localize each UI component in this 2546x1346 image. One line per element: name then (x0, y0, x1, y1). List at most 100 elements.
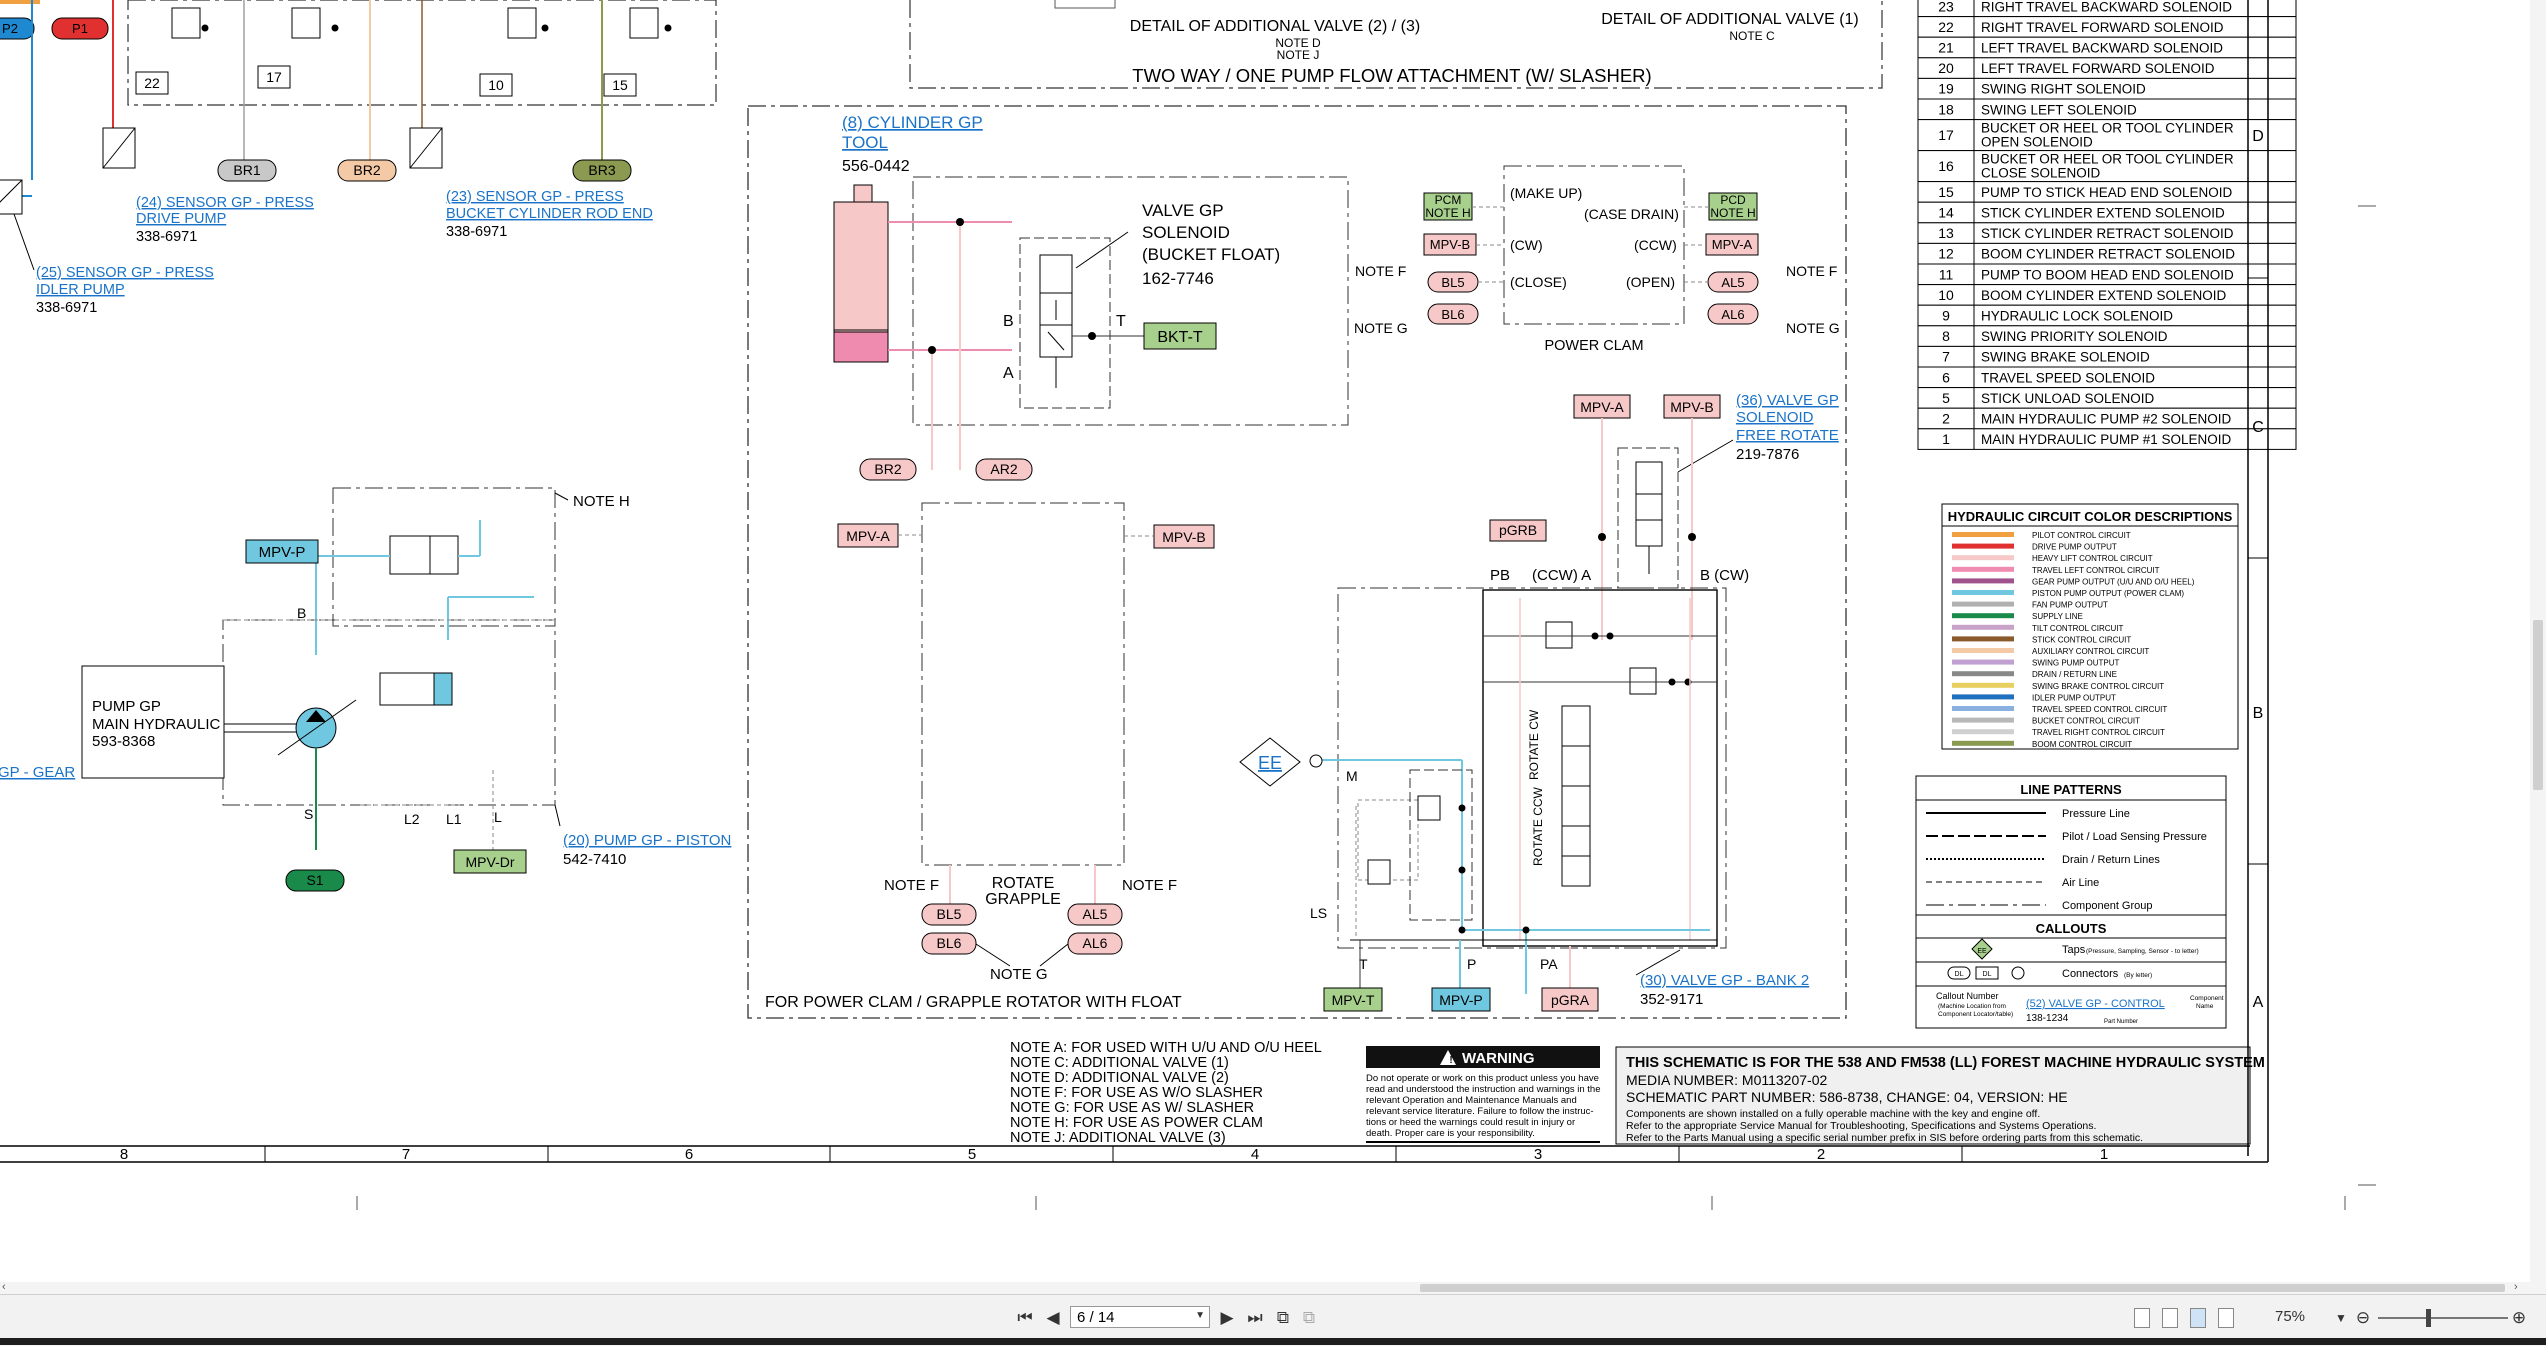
copy-page-icon[interactable]: ⧉ (1272, 1307, 1294, 1329)
zone-number: 6 (685, 1146, 693, 1163)
zoom-slider-thumb[interactable] (2426, 1309, 2431, 1327)
zoom-level[interactable]: 75% (2275, 1308, 2305, 1325)
svg-text:(OPEN): (OPEN) (1626, 274, 1675, 290)
svg-text:DETAIL OF ADDITIONAL VALVE (1): DETAIL OF ADDITIONAL VALVE (1) (1601, 11, 1859, 28)
solenoid-row: 21 LEFT TRAVEL BACKWARD SOLENOID (1917, 36, 2297, 59)
solenoid-row: 18 SWING LEFT SOLENOID (1917, 98, 2297, 121)
svg-text:Refer to the Parts Manual usin: Refer to the Parts Manual using a specif… (1626, 1132, 2143, 1144)
solenoid-description: TRAVEL SPEED SOLENOID (1981, 370, 2155, 385)
svg-text:22: 22 (144, 75, 160, 91)
tag-bkt-t: BKT-T (1143, 322, 1217, 350)
tag-bl5-attach: BL5 (921, 903, 977, 926)
taskbar-strip (0, 1338, 2546, 1345)
legend-label: TRAVEL LEFT CONTROL CIRCUIT (2032, 566, 2160, 575)
tag-br2: BR2 (337, 159, 397, 182)
legend-swatch (1952, 729, 2014, 735)
horizontal-scroll-thumb[interactable] (1420, 1284, 2505, 1292)
single-page-view-icon[interactable] (2134, 1308, 2150, 1328)
solenoid-number: 17 (1938, 127, 1954, 143)
svg-text:ROTATE CCW: ROTATE CCW (1531, 786, 1545, 866)
facing-continuous-view-icon[interactable] (2218, 1308, 2234, 1328)
next-page-icon[interactable]: ▶ (1216, 1307, 1238, 1329)
tag-mpv-dr: MPV-Dr (453, 849, 527, 874)
previous-page-icon[interactable]: ◀ (1042, 1307, 1064, 1329)
tag-mpv-b-clam: MPV-B (1423, 233, 1477, 256)
svg-text:P2: P2 (2, 21, 18, 36)
horizontal-scrollbar[interactable]: ‹ › (0, 1281, 2546, 1294)
svg-text:NOTE F: NOTE F (884, 877, 939, 894)
power-clam-title: POWER CLAM (1544, 338, 1643, 354)
svg-text:FREE ROTATE: FREE ROTATE (1736, 427, 1839, 444)
zoom-slider-track[interactable] (2378, 1317, 2508, 1319)
solenoid-row: 15 PUMP TO STICK HEAD END SOLENOID (1917, 181, 2297, 203)
continuous-view-icon[interactable] (2162, 1308, 2178, 1328)
zoom-dropdown-icon[interactable]: ▼ (2330, 1307, 2352, 1329)
tag-al6-attach: AL6 (1067, 932, 1123, 955)
svg-text:Component Group: Component Group (2062, 900, 2153, 912)
svg-text:MAIN HYDRAULIC: MAIN HYDRAULIC (92, 716, 221, 733)
scroll-left-arrow-icon[interactable]: ‹ (2, 1281, 6, 1293)
sensor-24-link[interactable]: (24) SENSOR GP - PRESS (136, 195, 314, 211)
zoom-out-icon[interactable]: ⊖ (2352, 1307, 2374, 1329)
svg-text:PCD: PCD (1720, 193, 1746, 207)
facing-view-icon[interactable] (2190, 1308, 2206, 1328)
tag-pcm: PCM NOTE H (1423, 192, 1473, 221)
svg-text:MPV-A: MPV-A (846, 528, 890, 544)
svg-text:EE: EE (1977, 948, 1987, 955)
paste-page-icon[interactable]: ⧉ (1298, 1307, 1320, 1329)
svg-text:C: C (2252, 419, 2264, 436)
svg-text:EE: EE (1258, 753, 1282, 773)
legend-swatch (1952, 648, 2014, 653)
legend-label: PILOT CONTROL CIRCUIT (2032, 531, 2131, 540)
solenoid-row: 17 BUCKET OR HEEL OR TOOL CYLINDEROPEN SO… (1917, 119, 2297, 152)
legend-swatch (1952, 555, 2014, 561)
cylinder-link[interactable]: (8) CYLINDER GP (842, 113, 983, 132)
svg-text:138-1234: 138-1234 (2026, 1013, 2069, 1024)
svg-text:PUMP GP: PUMP GP (92, 698, 161, 715)
solenoid-row: 14 STICK CYLINDER EXTEND SOLENOID (1917, 201, 2297, 224)
svg-text:PA: PA (1540, 956, 1558, 972)
scroll-right-arrow-icon[interactable]: › (2514, 1281, 2518, 1293)
svg-text:NOTE G: NOTE G (1786, 320, 1840, 336)
title-block: THIS SCHEMATIC IS FOR THE 538 AND FM538 … (1615, 1046, 2265, 1145)
svg-text:THIS SCHEMATIC IS FOR THE 538: THIS SCHEMATIC IS FOR THE 538 AND FM538 … (1626, 1055, 2265, 1071)
svg-text:(CCW): (CCW) (1634, 237, 1677, 253)
svg-text:ROTATE: ROTATE (992, 875, 1055, 892)
sensor-23-link[interactable]: (23) SENSOR GP - PRESS (446, 189, 624, 205)
free-rotate-link[interactable]: (36) VALVE GP (1736, 392, 1839, 409)
vertical-scrollbar[interactable] (2530, 0, 2546, 1282)
svg-text:L1: L1 (446, 811, 462, 827)
pump-regulator (379, 672, 453, 706)
solenoid-number: 15 (1938, 184, 1954, 200)
first-page-icon[interactable]: ⏮ (1014, 1307, 1036, 1329)
svg-text:(CW): (CW) (1510, 237, 1543, 253)
svg-text:AL6: AL6 (1721, 307, 1744, 322)
svg-text:Drain / Return Lines: Drain / Return Lines (2062, 854, 2160, 866)
legend-label: HEAVY LIFT CONTROL CIRCUIT (2032, 554, 2153, 563)
solenoid-description: BOOM CYLINDER RETRACT SOLENOID (1981, 247, 2235, 262)
page-number-field[interactable]: 6 / 14 ▼ (1070, 1306, 1210, 1328)
page-dropdown-icon[interactable]: ▼ (1195, 1310, 1205, 1321)
zone-number: 4 (1251, 1146, 1259, 1163)
piston-pump-link[interactable]: (20) PUMP GP - PISTON (563, 832, 731, 849)
sensor-25-link[interactable]: (25) SENSOR GP - PRESS (36, 265, 214, 281)
svg-text:DETAIL OF ADDITIONAL VALVE (2): DETAIL OF ADDITIONAL VALVE (2) / (3) (1130, 18, 1420, 35)
svg-text:338-6971: 338-6971 (36, 300, 97, 316)
bank2-link[interactable]: (30) VALVE GP - BANK 2 (1640, 972, 1809, 989)
gear-pump-link[interactable]: GP - GEAR (0, 764, 75, 781)
svg-text:MPV-T: MPV-T (1332, 992, 1375, 1008)
solenoid-number: 12 (1938, 246, 1954, 262)
svg-text:17: 17 (266, 69, 282, 85)
svg-text:15: 15 (612, 77, 628, 93)
svg-text:NOTE G: NOTE G (1354, 320, 1408, 336)
last-page-icon[interactable]: ⏭ (1244, 1307, 1266, 1329)
svg-text:DL: DL (1983, 971, 1992, 978)
vertical-scroll-thumb[interactable] (2533, 620, 2543, 790)
solenoid-table: 23 RIGHT TRAVEL BACKWARD SOLENOID 22 RIGHT … (1917, 0, 2297, 450)
solenoid-description: BUCKET OR HEEL OR TOOL CYLINDER (1981, 121, 2234, 136)
svg-text:T: T (1116, 313, 1126, 330)
tag-mpv-t: MPV-T (1323, 987, 1383, 1012)
svg-text:read and understood the instru: read and understood the instruction and … (1366, 1084, 1601, 1095)
zoom-in-icon[interactable]: ⊕ (2508, 1307, 2530, 1329)
svg-text:Component Locator/table): Component Locator/table) (1938, 1011, 2013, 1018)
